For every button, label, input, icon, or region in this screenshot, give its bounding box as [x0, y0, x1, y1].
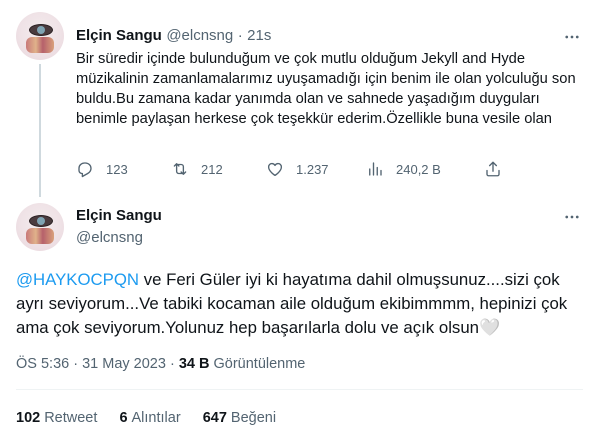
reply-icon	[78, 162, 92, 178]
quotes-count: 6	[119, 410, 128, 426]
tweet-text: @HAYKOCPQN ve Feri Güler iyi ki hayatıma…	[16, 268, 582, 340]
likes-count: 647	[202, 410, 227, 426]
views-total: 34 B	[178, 356, 210, 372]
retweets-stat[interactable]: 102 Retweet	[16, 410, 97, 426]
divider	[16, 389, 583, 390]
avatar-eye-graphic	[29, 24, 53, 36]
like-count: 1.237	[296, 161, 329, 177]
more-icon[interactable]	[562, 207, 582, 227]
white-heart-emoji: 🤍	[478, 318, 501, 337]
retweets-label: Retweet	[44, 410, 98, 426]
share-button[interactable]	[484, 160, 514, 178]
author-handle[interactable]: @elcnsng	[76, 229, 143, 246]
retweet-count: 212	[201, 161, 223, 177]
avatar-flowers-graphic	[26, 228, 54, 244]
share-icon	[486, 161, 500, 177]
retweet-button[interactable]: 212	[171, 160, 223, 178]
views-count: 240,2 B	[396, 161, 441, 177]
reply-count: 123	[106, 161, 128, 177]
tweet-time[interactable]: 21s	[247, 27, 271, 44]
quotes-stat[interactable]: 6 Alıntılar	[119, 410, 180, 426]
like-button[interactable]: 1.237	[266, 160, 329, 178]
like-icon	[267, 162, 283, 177]
likes-label: Beğeni	[230, 410, 277, 426]
views-label: Görüntülenme	[213, 356, 306, 372]
retweets-count: 102	[16, 410, 41, 426]
header-separator: ·	[237, 27, 243, 44]
engagement-stats: 102 Retweet 6 Alıntılar 647 Beğeni	[16, 410, 294, 426]
avatar[interactable]	[16, 203, 64, 251]
avatar[interactable]	[16, 12, 64, 60]
avatar-flowers-graphic	[26, 37, 54, 53]
author-name[interactable]: Elçin Sangu	[76, 27, 162, 44]
tweet-actions: 123 212 1.237 240,2 B	[76, 160, 506, 182]
mention-link[interactable]: @HAYKOCPQN	[16, 270, 139, 289]
likes-stat[interactable]: 647 Beğeni	[203, 410, 276, 426]
tweet-timestamp[interactable]: ÖS 5:36 · 31 May 2023	[16, 356, 166, 372]
author-name[interactable]: Elçin Sangu	[76, 207, 162, 224]
tweet-text: Bir süredir içinde bulunduğum ve çok mut…	[76, 51, 576, 127]
quotes-label: Alıntılar	[131, 410, 181, 426]
views-icon	[369, 162, 382, 176]
tweet-meta: ÖS 5:36 · 31 May 2023 · 34 B Görüntülenm…	[16, 356, 305, 372]
more-icon[interactable]	[562, 27, 582, 47]
meta-separator: ·	[165, 356, 179, 372]
retweet-icon	[173, 163, 187, 175]
reply-button[interactable]: 123	[76, 160, 128, 178]
author-handle[interactable]: @elcnsng	[166, 27, 233, 44]
thread-connector-line	[39, 64, 41, 197]
tweet-header: Elçin Sangu @elcnsng · 21s	[76, 27, 271, 45]
views-button[interactable]: 240,2 B	[366, 160, 441, 178]
avatar-eye-graphic	[29, 215, 53, 227]
